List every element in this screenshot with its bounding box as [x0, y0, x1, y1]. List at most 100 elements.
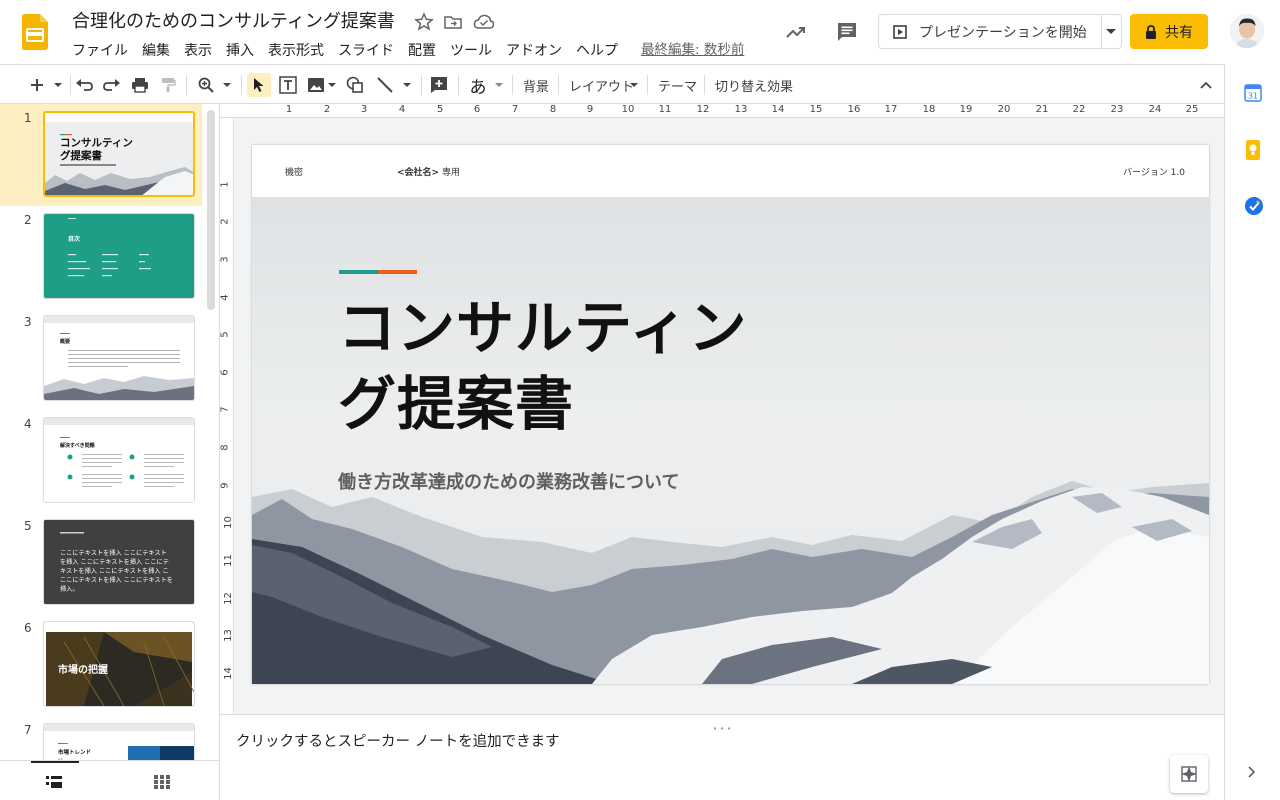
move-folder-icon[interactable] — [443, 12, 463, 32]
accent-bar — [339, 270, 417, 274]
horizontal-ruler[interactable]: 1 2 3 4 5 6 7 8 9 10 11 12 13 14 15 16 1… — [220, 104, 1224, 118]
grid-view-icon[interactable] — [154, 774, 170, 793]
speaker-notes-placeholder[interactable]: クリックするとスピーカー ノートを追加できます — [236, 730, 560, 751]
slide-filmstrip: 1 コンサルティン グ提案書 2 目次 3 概要 4 解決すべき問題 5 ここに… — [0, 104, 220, 760]
svg-text:コンサルティン: コンサルティン — [60, 137, 133, 149]
text-box-button[interactable] — [277, 73, 299, 97]
collapse-toolbar-button[interactable] — [1196, 73, 1216, 97]
zoom-dropdown[interactable] — [221, 73, 233, 97]
thumbnail-preview: コンサルティン グ提案書 — [45, 113, 193, 195]
menu-insert[interactable]: 挿入 — [226, 40, 254, 60]
ruler-tick-label: 12 — [696, 104, 710, 115]
ruler-tick-label: 8 — [549, 104, 557, 115]
document-title[interactable]: 合理化のためのコンサルティング提案書 — [72, 7, 395, 33]
chevron-down-icon — [403, 82, 411, 87]
filmstrip-scrollbar[interactable] — [207, 110, 215, 310]
undo-icon — [76, 79, 93, 91]
background-button[interactable]: 背景 — [523, 76, 549, 95]
ruler-tick-label: 4 — [398, 104, 406, 115]
line-button[interactable] — [374, 73, 396, 97]
expand-panel-icon[interactable] — [1247, 764, 1257, 783]
ruler-tick-label: 19 — [959, 104, 973, 115]
tasks-icon[interactable] — [1244, 196, 1264, 220]
slide-thumbnail-6[interactable]: 市場の把握 — [43, 621, 195, 707]
share-label: 共有 — [1165, 24, 1193, 41]
print-button[interactable] — [129, 73, 151, 97]
slide-thumbnail-7[interactable]: 市場トレンド 01 — [43, 723, 195, 760]
zoom-button[interactable] — [195, 73, 217, 97]
text-box-icon — [279, 76, 297, 94]
slide-title[interactable]: コンサルティン グ提案書 — [338, 290, 818, 442]
theme-button[interactable]: テーマ — [658, 76, 697, 95]
svg-text:市場の把握: 市場の把握 — [58, 663, 108, 676]
slide-subtitle[interactable]: 働き方改革達成のための業務改善について — [338, 468, 679, 494]
explore-button[interactable] — [1170, 755, 1208, 793]
slide-canvas-area: 1 2 3 4 5 6 7 8 9 10 11 12 13 14 15 16 1… — [220, 104, 1224, 714]
speaker-notes[interactable]: クリックするとスピーカー ノートを追加できます — [220, 714, 1224, 800]
explore-icon — [1181, 766, 1197, 782]
svg-text:グ提案書: グ提案書 — [60, 149, 102, 162]
new-slide-button[interactable] — [26, 73, 48, 97]
present-button[interactable]: プレゼンテーションを開始 — [878, 14, 1102, 49]
present-options-button[interactable] — [1101, 14, 1122, 49]
ruler-tick-label: 11 — [658, 104, 672, 115]
insert-image-button[interactable] — [305, 73, 327, 97]
slide-number: 7 — [24, 723, 32, 737]
slide-thumbnail-1[interactable]: コンサルティン グ提案書 — [43, 111, 195, 197]
ruler-tick-label: 22 — [1072, 104, 1086, 115]
star-icon[interactable] — [414, 12, 434, 32]
paint-format-button[interactable] — [157, 73, 179, 97]
filmstrip-view-icon[interactable] — [46, 774, 62, 793]
undo-button[interactable] — [73, 73, 95, 97]
menu-edit[interactable]: 編集 — [142, 40, 170, 60]
last-edit-link[interactable]: 最終編集: 数秒前 — [641, 38, 744, 58]
current-slide[interactable]: 機密 <会社名> 専用 バージョン 1.0 コンサルティン グ提案書 働き方改革… — [252, 145, 1209, 684]
account-avatar[interactable] — [1230, 14, 1264, 48]
paint-format-icon — [162, 78, 176, 92]
ruler-tick-label: 2 — [219, 218, 231, 225]
thumbnail-preview: 解決すべき問題 — [44, 418, 194, 502]
insert-image-dropdown[interactable] — [327, 73, 337, 97]
notes-resize-handle[interactable] — [712, 715, 732, 730]
menu-slide[interactable]: スライド — [338, 40, 394, 60]
shape-button[interactable] — [344, 73, 366, 97]
insert-comment-button[interactable] — [428, 73, 450, 97]
select-tool-button[interactable] — [247, 73, 271, 97]
layout-dropdown[interactable] — [629, 73, 639, 97]
transition-button[interactable]: 切り替え効果 — [715, 76, 793, 95]
slides-logo-icon[interactable] — [22, 14, 48, 50]
menu-arrange[interactable]: 配置 — [408, 40, 436, 60]
slide-number: 2 — [24, 213, 32, 227]
share-button[interactable]: 共有 — [1130, 14, 1208, 49]
input-tools-button[interactable]: あ — [466, 73, 490, 98]
menu-view[interactable]: 表示 — [184, 40, 212, 60]
chevron-down-icon — [630, 82, 638, 87]
comments-icon[interactable] — [835, 20, 859, 44]
ruler-tick-label: 5 — [219, 331, 231, 338]
slide-number: 3 — [24, 315, 32, 329]
new-slide-dropdown[interactable] — [52, 73, 64, 97]
menu-addons[interactable]: アドオン — [506, 40, 562, 60]
cloud-saved-icon[interactable] — [473, 12, 495, 32]
add-comment-icon — [431, 77, 447, 93]
line-dropdown[interactable] — [402, 73, 412, 97]
input-tools-dropdown[interactable] — [494, 73, 504, 97]
activity-dashboard-icon[interactable] — [784, 20, 808, 44]
vertical-ruler[interactable]: 1 2 3 4 5 6 7 8 9 10 11 12 13 14 — [220, 118, 234, 714]
menu-help[interactable]: ヘルプ — [576, 40, 618, 60]
keep-icon[interactable] — [1244, 140, 1262, 164]
calendar-icon[interactable]: 31 — [1244, 84, 1262, 106]
slide-thumbnail-4[interactable]: 解決すべき問題 — [43, 417, 195, 503]
menu-tools[interactable]: ツール — [450, 40, 492, 60]
layout-button[interactable]: レイアウト — [569, 76, 634, 95]
redo-button[interactable] — [101, 73, 123, 97]
ruler-tick-label: 13 — [222, 629, 234, 642]
slide-thumbnail-2[interactable]: 目次 — [43, 213, 195, 299]
ruler-tick-label: 24 — [1148, 104, 1162, 115]
slide-thumbnail-3[interactable]: 概要 — [43, 315, 195, 401]
slide-thumbnail-5[interactable]: ここにテキストを挿入 ここにテキスト を挿入 ここにテキストを挿入 ここにテ キ… — [43, 519, 195, 605]
ruler-tick-label: 9 — [586, 104, 594, 115]
menu-file[interactable]: ファイル — [72, 40, 128, 60]
menu-format[interactable]: 表示形式 — [268, 40, 324, 60]
ruler-tick-label: 21 — [1035, 104, 1049, 115]
